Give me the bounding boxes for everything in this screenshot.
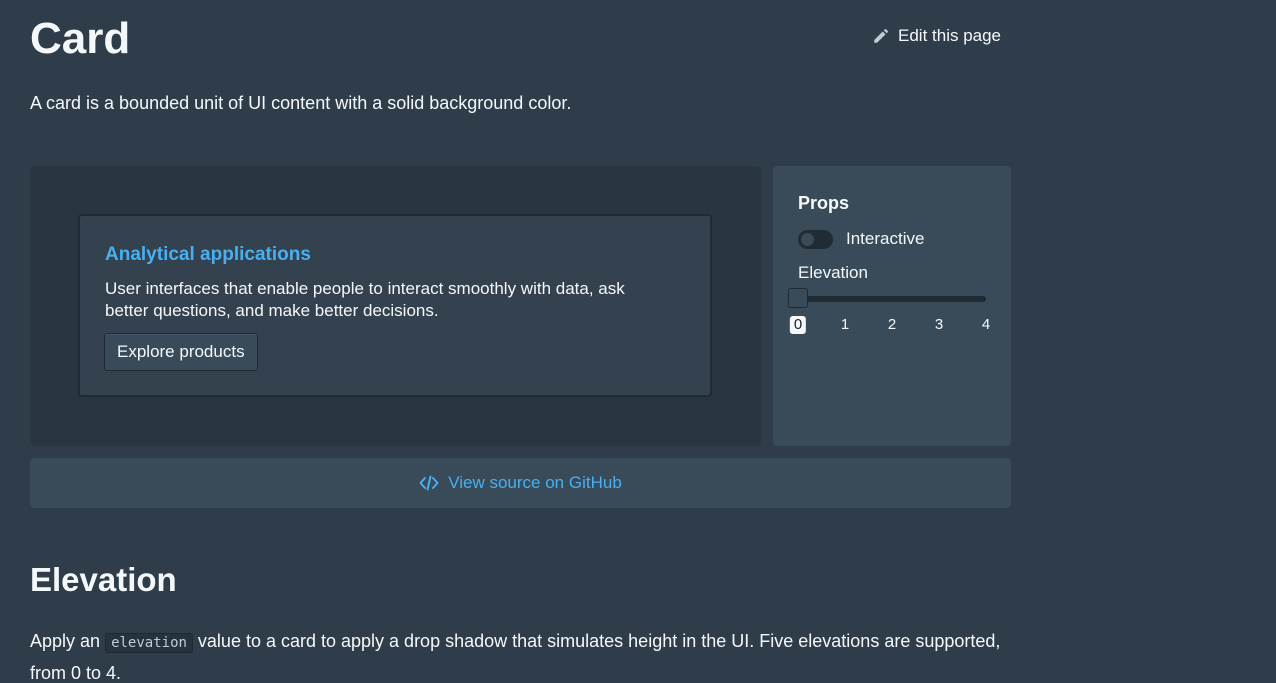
docs-page: Card Edit this page A card is a bounded …: [0, 0, 1276, 683]
edit-page-link[interactable]: Edit this page: [872, 26, 1001, 46]
elevation-tick-4: 4: [981, 316, 991, 333]
elevation-label: Elevation: [798, 263, 868, 282]
explore-products-button[interactable]: Explore products: [104, 333, 258, 371]
interactive-label: Interactive: [846, 229, 925, 248]
page-title: Card: [30, 14, 131, 63]
elevation-slider-handle[interactable]: [788, 288, 808, 308]
elevation-tick-3: 3: [934, 316, 944, 333]
elevation-code: elevation: [105, 633, 193, 653]
props-panel: Props Interactive Elevation 0 1 2 3 4: [773, 166, 1011, 446]
switch-track[interactable]: [798, 229, 833, 249]
view-source-label: View source on GitHub: [448, 473, 622, 492]
elevation-text-before: Apply an: [30, 631, 106, 651]
card-body: User interfaces that enable people to in…: [105, 279, 625, 320]
example-card: Analytical applications User interfaces …: [79, 215, 711, 396]
elevation-tick-0: 0: [789, 316, 807, 334]
card-title[interactable]: Analytical applications: [105, 244, 311, 266]
elevation-heading: Elevation: [30, 561, 177, 598]
example-area: Analytical applications User interfaces …: [30, 166, 761, 446]
edit-page-label: Edit this page: [898, 26, 1002, 45]
elevation-description: Apply an elevation value to a card to ap…: [30, 626, 1020, 683]
intro-text: A card is a bounded unit of UI content w…: [30, 93, 572, 113]
props-title: Props: [798, 193, 850, 213]
pencil-icon: [872, 27, 890, 45]
elevation-slider-track[interactable]: [798, 296, 986, 302]
interactive-switch[interactable]: Interactive: [798, 229, 924, 249]
elevation-tick-1: 1: [840, 316, 850, 333]
code-icon: [419, 475, 439, 491]
view-source-button[interactable]: View source on GitHub: [30, 458, 1011, 508]
elevation-tick-2: 2: [887, 316, 897, 333]
switch-knob: [801, 232, 814, 246]
